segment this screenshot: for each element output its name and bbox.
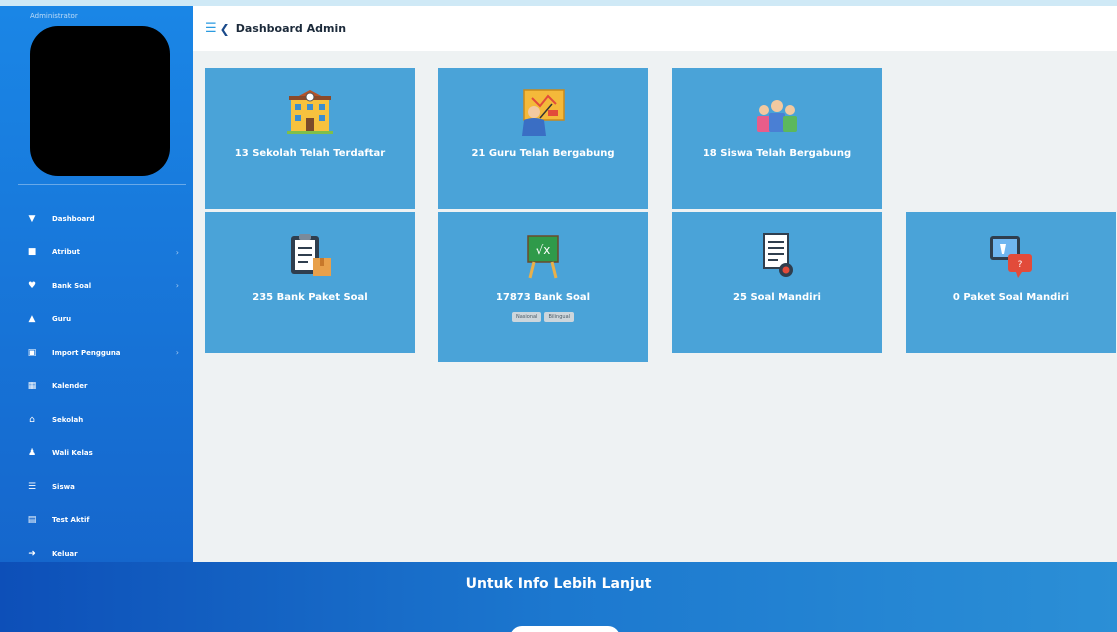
- logout-icon: ➜: [28, 548, 36, 559]
- card-label: 17873 Bank Soal: [495, 292, 591, 303]
- footer-info-heading: Untuk Info Lebih Lanjut: [465, 576, 652, 592]
- card-badges: Nasional Bilingual: [511, 312, 575, 322]
- wali-kelas-icon: ♟: [27, 448, 37, 459]
- test-aktif-icon: ▤: [27, 515, 37, 526]
- page-header: ☰ ❮ Dashboard Admin: [193, 6, 1117, 51]
- svg-text:?: ?: [1018, 260, 1023, 270]
- sidebar: Administrator ▼ Dashboard ■ Atribut › ♥ …: [0, 6, 193, 570]
- sidebar-item-label: Siswa: [52, 482, 75, 491]
- chat-bubbles-icon: ?: [990, 236, 1032, 278]
- clipboard-package-icon: [291, 234, 331, 276]
- chevron-right-icon: ›: [175, 348, 179, 358]
- card-label: 25 Soal Mandiri: [733, 292, 821, 303]
- sidebar-item-label: Kalender: [52, 382, 88, 391]
- atribut-icon: ■: [27, 247, 37, 258]
- card-label: 235 Bank Paket Soal: [252, 292, 368, 303]
- card-label: 18 Siswa Telah Bergabung: [702, 148, 852, 159]
- sidebar-menu: ▼ Dashboard ■ Atribut › ♥ Bank Soal › ▲ …: [0, 202, 193, 571]
- sidebar-item-siswa[interactable]: ☰ Siswa: [0, 470, 193, 504]
- card-paket-soal-mandiri[interactable]: ? 0 Paket Soal Mandiri: [906, 212, 1116, 353]
- sidebar-item-label: Dashboard: [52, 214, 95, 223]
- sidebar-toggle-icon[interactable]: ☰: [205, 21, 217, 36]
- sidebar-divider: [18, 184, 186, 185]
- sidebar-item-bank-soal[interactable]: ♥ Bank Soal ›: [0, 269, 193, 303]
- chevron-right-icon: ›: [175, 281, 179, 291]
- import-icon: ▣: [27, 347, 37, 358]
- svg-text:√x: √x: [536, 243, 551, 257]
- card-bank-soal[interactable]: √x 17873 Bank Soal Nasional Bilingual: [438, 212, 648, 362]
- card-bank-paket-soal[interactable]: 235 Bank Paket Soal: [205, 212, 415, 353]
- teacher-board-icon: [522, 89, 565, 136]
- dashboard-main: 13 Sekolah Telah Terdaftar 21 Guru Telah…: [193, 51, 1117, 562]
- card-label: 21 Guru Telah Bergabung: [471, 148, 615, 159]
- students-group-icon: [757, 100, 797, 132]
- sidebar-item-label: Bank Soal: [52, 281, 92, 290]
- guru-icon: ▲: [28, 314, 36, 325]
- sidebar-item-test-aktif[interactable]: ▤ Test Aktif: [0, 504, 193, 538]
- school-icon: ⌂: [29, 414, 35, 425]
- footer-contact-button[interactable]: [510, 626, 620, 632]
- chevron-right-icon: ›: [175, 247, 179, 257]
- chevron-left-icon[interactable]: ❮: [220, 22, 230, 36]
- sidebar-item-atribut[interactable]: ■ Atribut ›: [0, 236, 193, 270]
- siswa-icon: ☰: [27, 481, 37, 492]
- dashboard-icon: ▼: [28, 213, 36, 224]
- card-siswa[interactable]: 18 Siswa Telah Bergabung: [672, 68, 882, 209]
- page-title: Dashboard Admin: [235, 22, 347, 35]
- sidebar-item-sekolah[interactable]: ⌂ Sekolah: [0, 403, 193, 437]
- sidebar-item-label: Sekolah: [52, 415, 84, 424]
- card-label: 0 Paket Soal Mandiri: [952, 292, 1070, 303]
- sidebar-item-label: Test Aktif: [52, 516, 90, 525]
- sidebar-item-dashboard[interactable]: ▼ Dashboard: [0, 202, 193, 236]
- bank-soal-icon: ♥: [27, 280, 37, 291]
- sidebar-item-label: Keluar: [52, 549, 78, 558]
- badge-nasional[interactable]: Nasional: [511, 312, 542, 322]
- sidebar-item-kalender[interactable]: ▦ Kalender: [0, 370, 193, 404]
- card-sekolah[interactable]: 13 Sekolah Telah Terdaftar: [205, 68, 415, 209]
- sidebar-item-label: Import Pengguna: [52, 348, 121, 357]
- avatar[interactable]: [30, 26, 170, 176]
- badge-bilingual[interactable]: Bilingual: [544, 312, 575, 322]
- sidebar-item-wali-kelas[interactable]: ♟ Wali Kelas: [0, 437, 193, 471]
- card-soal-mandiri[interactable]: 25 Soal Mandiri: [672, 212, 882, 353]
- card-label: 13 Sekolah Telah Terdaftar: [234, 148, 386, 159]
- sidebar-user-label: Administrator: [30, 12, 78, 20]
- document-stamp-icon: [763, 233, 793, 277]
- sidebar-item-guru[interactable]: ▲ Guru: [0, 303, 193, 337]
- calendar-icon: ▦: [27, 381, 37, 392]
- sidebar-item-import-pengguna[interactable]: ▣ Import Pengguna ›: [0, 336, 193, 370]
- chalkboard-sqrt-icon: √x: [527, 235, 559, 279]
- sidebar-item-label: Wali Kelas: [52, 449, 93, 458]
- school-building-icon: [287, 90, 333, 134]
- footer-banner: Untuk Info Lebih Lanjut: [0, 562, 1117, 632]
- sidebar-item-label: Guru: [52, 315, 72, 324]
- card-guru[interactable]: 21 Guru Telah Bergabung: [438, 68, 648, 209]
- sidebar-item-label: Atribut: [52, 248, 80, 257]
